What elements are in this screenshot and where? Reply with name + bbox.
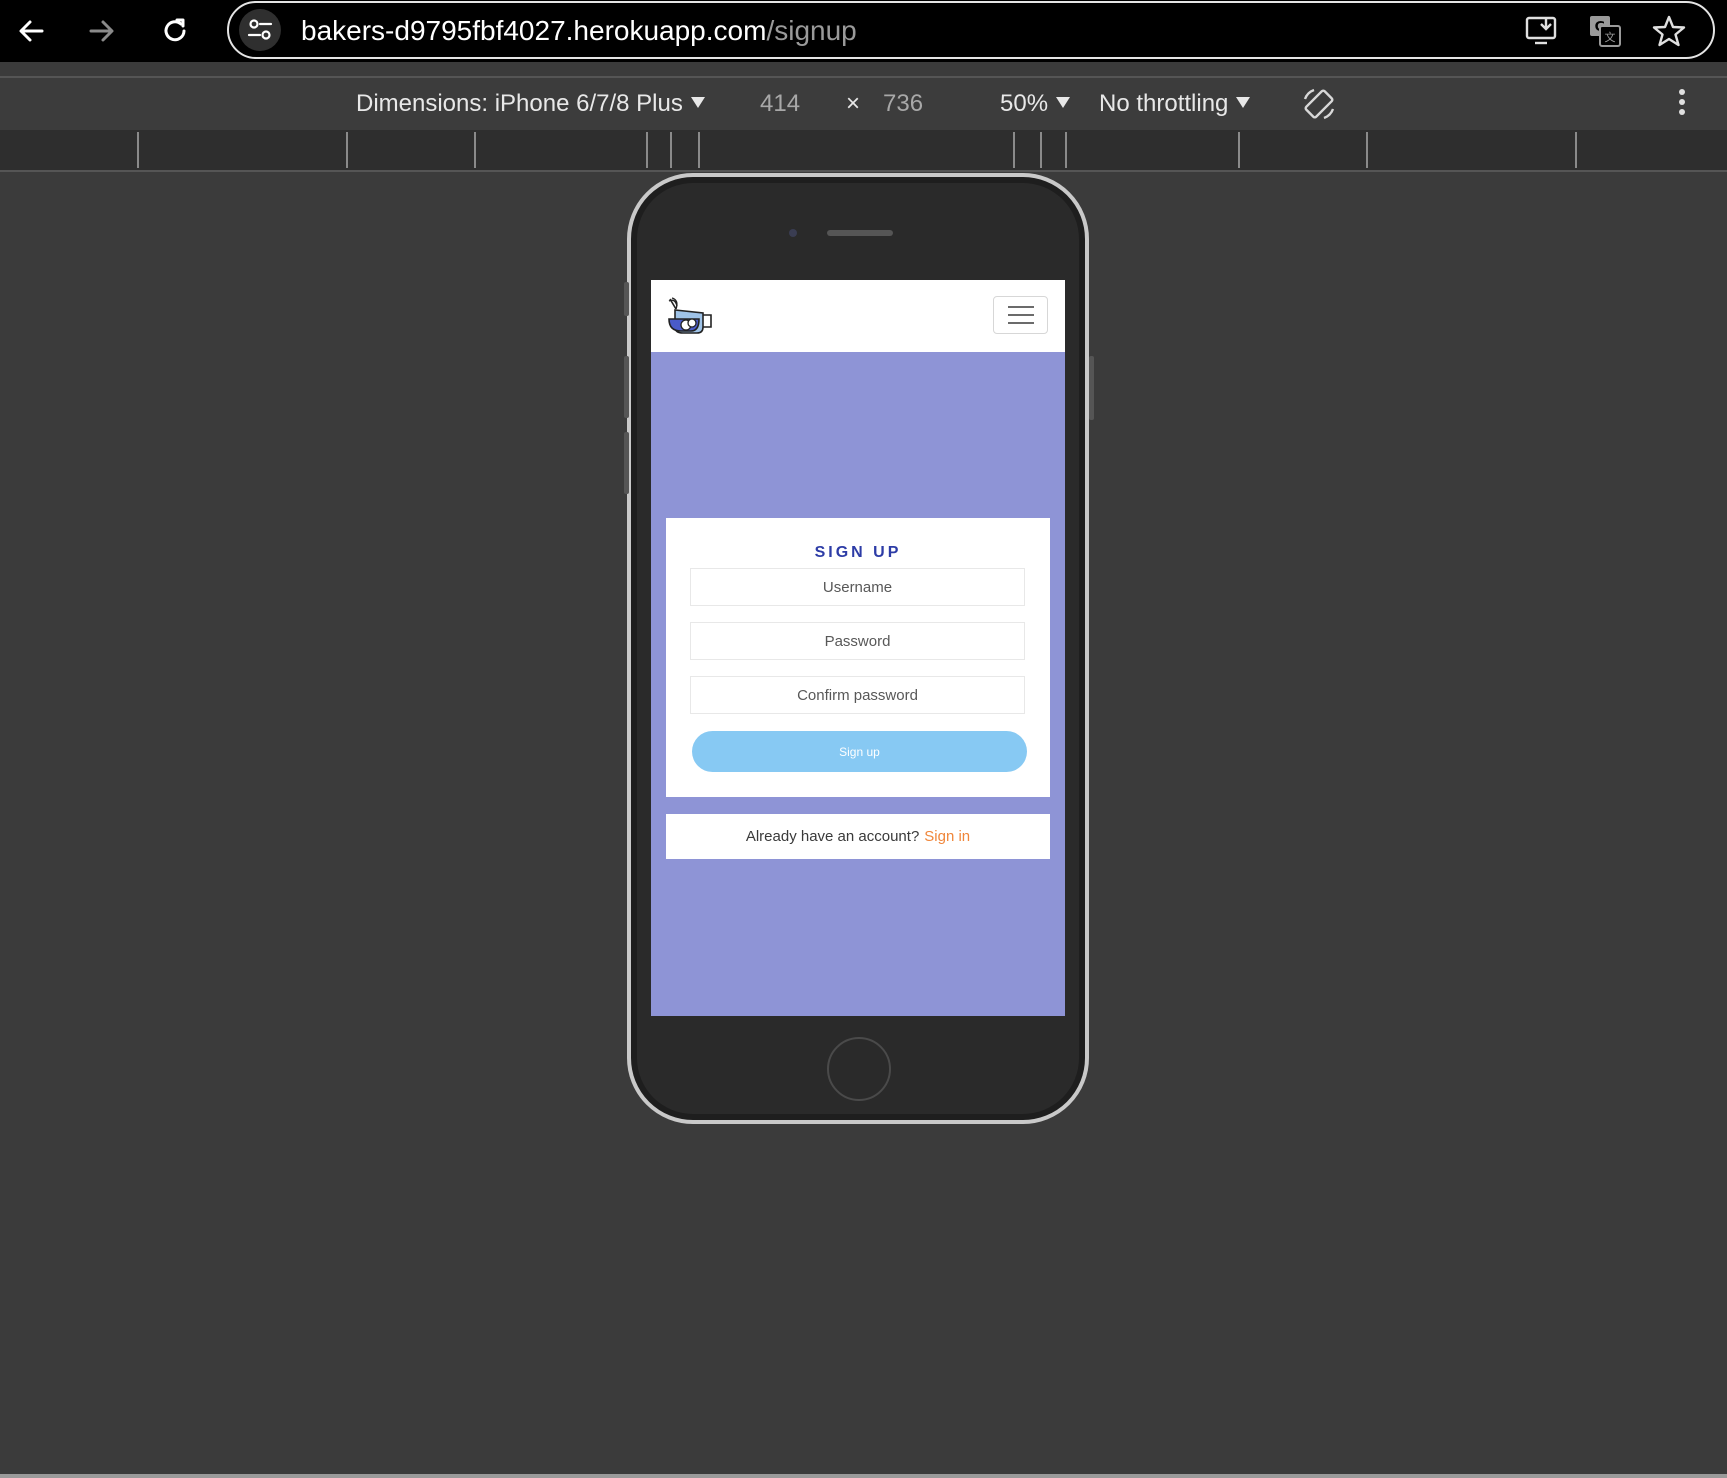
ruler-tick [137,132,139,168]
svg-text:文: 文 [1605,30,1616,44]
hamburger-menu-icon [1007,314,1034,316]
address-bar[interactable]: bakers-d9795fbf4027.herokuapp.com/signup… [227,1,1715,59]
confirm-password-input[interactable] [690,676,1025,714]
ruler-tick [1040,132,1042,168]
device-dimensions-select[interactable]: Dimensions: iPhone 6/7/8 Plus [356,90,705,118]
times-icon: × [846,90,861,117]
more-options-button[interactable] [1676,86,1688,118]
side-button [624,282,629,316]
signin-link[interactable]: Sign in [924,828,970,845]
hamburger-menu-button[interactable] [993,296,1048,334]
signin-prompt-box: Already have an account? Sign in [666,814,1050,859]
side-button [624,356,629,418]
ruler-tick [474,132,476,168]
tune-icon [247,19,273,40]
signup-form: SIGN UP Sign up [666,518,1050,797]
url-host: bakers-d9795fbf4027.herokuapp.com [301,15,767,46]
zoom-select[interactable]: 50% [1000,90,1071,118]
ruler-tick [670,132,672,168]
device-dimensions-label: Dimensions: iPhone 6/7/8 Plus [356,90,683,117]
bottom-edge [0,1474,1727,1478]
arrow-left-icon [19,20,44,42]
device-toolbar: Dimensions: iPhone 6/7/8 Plus 414 × 736 … [0,78,1727,130]
url-text: bakers-d9795fbf4027.herokuapp.com/signup [301,15,857,47]
install-app-icon [1525,16,1557,45]
ruler-tick [1238,132,1240,168]
site-info-button[interactable] [239,9,281,51]
site-navbar [651,280,1065,352]
star-icon [1652,15,1686,47]
rotate-button[interactable] [1300,85,1338,123]
rotate-icon [1303,88,1335,120]
ruler-tick [698,132,700,168]
throttling-select[interactable]: No throttling [1099,90,1251,118]
username-input[interactable] [690,568,1025,606]
password-input[interactable] [690,622,1025,660]
device-viewport: SIGN UP Sign up Already have an account?… [651,280,1065,1016]
hamburger-menu-icon [1007,306,1034,308]
bookmark-button[interactable] [1651,13,1687,49]
back-button[interactable] [9,9,53,53]
home-button [827,1037,891,1101]
hamburger-menu-icon [1007,322,1034,324]
zoom-label: 50% [1000,90,1049,117]
camera-icon [789,229,797,237]
width-input[interactable]: 414 [760,90,800,118]
baking-logo-icon[interactable] [667,297,713,335]
ruler-tick [1575,132,1577,168]
translate-button[interactable]: G 文 [1587,13,1623,49]
media-query-ruler[interactable] [0,130,1727,172]
side-button [1089,356,1094,420]
ruler-tick [646,132,648,168]
translate-icon: G 文 [1590,16,1621,47]
more-vert-icon [1679,89,1685,115]
signup-button[interactable]: Sign up [692,731,1027,772]
browser-toolbar: bakers-d9795fbf4027.herokuapp.com/signup… [0,0,1727,62]
height-input[interactable]: 736 [883,90,923,118]
arrow-right-icon [89,20,114,42]
chevron-down-icon [1056,96,1071,108]
reload-icon [164,18,186,42]
speaker-grille [827,230,893,236]
chevron-down-icon [1236,96,1251,108]
url-path: /signup [766,15,857,46]
forward-button[interactable] [80,9,124,53]
chevron-down-icon [690,96,705,108]
ruler-tick [1366,132,1368,168]
reload-button[interactable] [153,9,197,53]
ruler-tick [1013,132,1015,168]
throttling-label: No throttling [1099,90,1229,117]
side-button [624,432,629,494]
signin-prompt-text: Already have an account? [745,828,920,845]
ruler-tick [346,132,348,168]
ruler-tick [1065,132,1067,168]
signup-title: SIGN UP [814,544,902,561]
install-app-button[interactable] [1524,13,1560,49]
